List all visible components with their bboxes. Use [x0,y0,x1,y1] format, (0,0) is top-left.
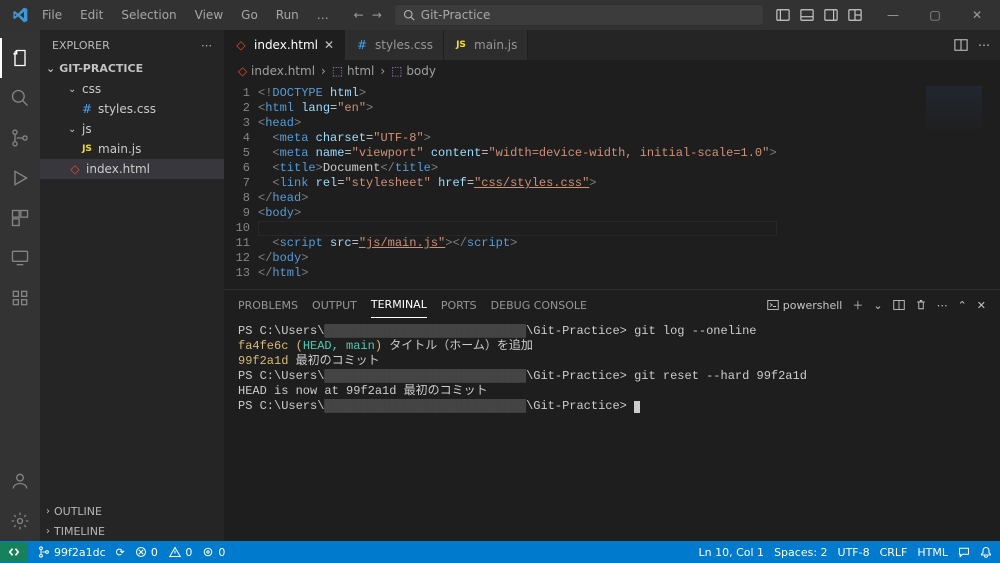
tab-styles-css[interactable]: #styles.css [345,30,444,60]
panel-tab-terminal[interactable]: TERMINAL [371,292,427,318]
customize-layout-icon[interactable] [848,8,862,22]
bottom-panel: PROBLEMS OUTPUT TERMINAL PORTS DEBUG CONSOLE… [224,289,1000,541]
panel-tabs: PROBLEMS OUTPUT TERMINAL PORTS DEBUG CONSOLE… [224,290,1000,320]
split-terminal-icon[interactable] [893,299,905,311]
search-icon [403,9,415,21]
nav-controls: ← → [354,8,382,22]
indentation-status[interactable]: Spaces: 2 [774,546,827,559]
panel-tab-output[interactable]: OUTPUT [312,293,357,318]
main-menu: FileEditSelectionViewGoRun… [34,4,337,26]
nav-forward-icon[interactable]: → [372,8,382,22]
explorer-sidebar: EXPLORER ⋯ ⌄ GIT-PRACTICE ⌄css#styles.cs… [40,30,224,541]
explorer-icon[interactable] [0,38,40,78]
sidebar-title: EXPLORER [52,39,110,52]
layout-controls [776,8,862,22]
menu-item-view[interactable]: View [187,4,231,26]
spaces-icon[interactable] [0,278,40,318]
kill-terminal-icon[interactable] [915,299,927,311]
feedback-icon[interactable] [958,546,970,558]
extensions-icon[interactable] [0,198,40,238]
breadcrumb-body[interactable]: ⬚ body [391,64,436,78]
new-terminal-icon[interactable]: ＋ [852,297,863,313]
file-tree: ⌄css#styles.css⌄jsJSmain.js◇index.html [40,77,224,181]
close-tab-icon[interactable]: ✕ [324,38,334,52]
command-center-search[interactable]: Git-Practice [394,4,764,26]
terminal-dropdown-icon[interactable]: ⌄ [873,299,882,312]
more-actions-icon[interactable]: ⋯ [978,38,990,52]
code-lines[interactable]: <!DOCTYPE html><html lang="en"><head> <m… [258,86,777,281]
editor-actions: ⋯ [944,30,1000,60]
panel-tab-debug-console[interactable]: DEBUG CONSOLE [491,293,587,318]
command-center-text: Git-Practice [421,8,491,22]
toggle-primary-sidebar-icon[interactable] [776,8,790,22]
branch-status[interactable]: 99f2a1dc [38,546,106,559]
close-panel-icon[interactable]: ✕ [977,299,986,312]
sync-status[interactable]: ⟳ [116,546,125,559]
terminal-profile[interactable]: powershell [767,299,843,312]
encoding-status[interactable]: UTF-8 [838,546,870,559]
breadcrumb-html[interactable]: ⬚ html [332,64,375,78]
nav-back-icon[interactable]: ← [354,8,364,22]
menu-item-go[interactable]: Go [233,4,266,26]
editor-group: ◇index.html✕#styles.cssJSmain.js ⋯ ◇ ind… [224,30,1000,541]
terminal-output[interactable]: PS C:\Users\████████████████████████████… [224,320,1000,541]
run-debug-icon[interactable] [0,158,40,198]
remote-indicator[interactable] [0,542,28,562]
timeline-section[interactable]: ›TIMELINE [40,521,224,541]
tab-main-js[interactable]: JSmain.js [444,30,528,60]
eol-status[interactable]: CRLF [880,546,908,559]
folder-js[interactable]: ⌄js [40,119,224,139]
window-controls: — ▢ ✕ [876,8,994,22]
menu-item-selection[interactable]: Selection [113,4,184,26]
folder-css[interactable]: ⌄css [40,79,224,99]
vscode-logo-icon [6,7,34,23]
source-control-icon[interactable] [0,118,40,158]
tab-index-html[interactable]: ◇index.html✕ [224,30,345,60]
cursor-position[interactable]: Ln 10, Col 1 [699,546,765,559]
ports-status[interactable]: 0 [202,546,225,559]
notifications-icon[interactable] [980,546,992,558]
maximize-panel-icon[interactable]: ⌃ [958,299,967,312]
language-mode[interactable]: HTML [917,546,948,559]
search-icon[interactable] [0,78,40,118]
breadcrumb-index.html[interactable]: ◇ index.html [238,64,315,78]
line-gutter: 12345678910111213 [224,86,258,281]
menu-item-file[interactable]: File [34,4,70,26]
project-root[interactable]: ⌄ GIT-PRACTICE [40,60,224,77]
split-editor-icon[interactable] [954,38,968,52]
file-main-js[interactable]: JSmain.js [40,139,224,159]
menu-item-[interactable]: … [309,4,337,26]
window-close-icon[interactable]: ✕ [960,8,994,22]
toggle-secondary-sidebar-icon[interactable] [824,8,838,22]
editor-tabs: ◇index.html✕#styles.cssJSmain.js ⋯ [224,30,1000,60]
panel-toolbar: powershell ＋ ⌄ ⋯ ⌃ ✕ [767,297,986,313]
title-bar: FileEditSelectionViewGoRun… ← → Git-Prac… [0,0,1000,30]
panel-tab-problems[interactable]: PROBLEMS [238,293,298,318]
window-minimize-icon[interactable]: — [876,8,910,22]
status-bar: 99f2a1dc ⟳ 0 0 0 Ln 10, Col 1 Spaces: 2 … [0,541,1000,563]
minimap[interactable] [926,86,982,166]
problems-status[interactable]: 0 0 [135,546,193,559]
toggle-panel-icon[interactable] [800,8,814,22]
panel-more-icon[interactable]: ⋯ [937,299,948,312]
window-maximize-icon[interactable]: ▢ [918,8,952,22]
chevron-down-icon: ⌄ [68,84,78,95]
breadcrumb[interactable]: ◇ index.html›⬚ html›⬚ body [224,60,1000,82]
menu-item-edit[interactable]: Edit [72,4,111,26]
file-styles-css[interactable]: #styles.css [40,99,224,119]
outline-section[interactable]: ›OUTLINE [40,501,224,521]
file-index-html[interactable]: ◇index.html [40,159,224,179]
remote-explorer-icon[interactable] [0,238,40,278]
activity-bar [0,30,40,541]
project-name: GIT-PRACTICE [59,62,143,75]
chevron-down-icon: ⌄ [46,62,55,75]
menu-item-run[interactable]: Run [268,4,307,26]
chevron-down-icon: ⌄ [68,124,78,135]
panel-tab-ports[interactable]: PORTS [441,293,477,318]
settings-gear-icon[interactable] [0,501,40,541]
account-icon[interactable] [0,461,40,501]
sidebar-header: EXPLORER ⋯ [40,30,224,60]
code-editor[interactable]: 12345678910111213 <!DOCTYPE html><html l… [224,82,1000,289]
sidebar-more-icon[interactable]: ⋯ [201,39,212,52]
